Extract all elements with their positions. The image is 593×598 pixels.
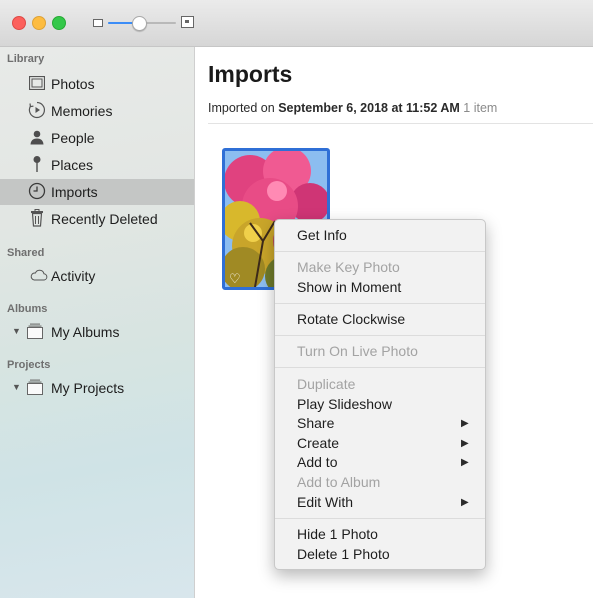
section-albums: Albums [7, 303, 48, 315]
menu-item-duplicate: Duplicate [297, 376, 356, 392]
menu-separator [275, 335, 485, 336]
small-thumbnail-icon[interactable] [93, 19, 103, 27]
zoom-slider-knob[interactable] [131, 16, 147, 31]
submenu-arrow-icon: ▶ [461, 497, 469, 508]
large-thumbnail-icon[interactable] [181, 16, 194, 28]
import-subtitle: Imported on September 6, 2018 at 11:52 A… [208, 101, 497, 115]
menu-item-make-key-photo: Make Key Photo [297, 259, 400, 275]
menu-item-get-info[interactable]: Get Info [297, 227, 347, 243]
sidebar-item-photos[interactable]: Photos [0, 71, 194, 97]
sidebar-item-places[interactable]: Places [0, 152, 194, 178]
menu-item-play-slideshow[interactable]: Play Slideshow [297, 396, 392, 412]
sidebar-item-label: Imports [51, 184, 98, 200]
sidebar-item-people[interactable]: People [0, 125, 194, 151]
sidebar-item-label: My Projects [51, 380, 125, 396]
clock-icon [28, 182, 46, 200]
close-button[interactable] [12, 16, 26, 30]
sidebar-item-memories[interactable]: Memories [0, 98, 194, 124]
sidebar-item-my-projects[interactable]: ▼ My Projects [0, 375, 194, 401]
submenu-arrow-icon: ▶ [461, 418, 469, 429]
page-title: Imports [208, 61, 293, 87]
zoom-button[interactable] [52, 16, 66, 30]
trash-icon [28, 209, 46, 227]
menu-item-add-to[interactable]: Add to [297, 454, 337, 470]
zoom-slider[interactable] [108, 16, 176, 31]
menu-separator [275, 303, 485, 304]
sidebar-item-label: Places [51, 157, 94, 173]
photos-window: Library Photos Memories People Places Im… [0, 0, 593, 598]
header-divider [208, 123, 593, 124]
cloud-icon [30, 266, 48, 284]
menu-separator [275, 251, 485, 252]
sidebar-item-label: Activity [51, 268, 96, 284]
menu-separator [275, 518, 485, 519]
menu-separator [275, 367, 485, 368]
menu-item-turn-on-live-photo: Turn On Live Photo [297, 343, 418, 359]
album-stack-icon [26, 378, 44, 396]
section-library: Library [7, 53, 45, 65]
photos-icon [28, 74, 46, 92]
submenu-arrow-icon: ▶ [461, 457, 469, 468]
menu-item-delete-photo[interactable]: Delete 1 Photo [297, 546, 390, 562]
pin-icon [28, 155, 46, 173]
menu-item-add-to-album: Add to Album [297, 474, 381, 490]
menu-item-rotate-clockwise[interactable]: Rotate Clockwise [297, 311, 405, 327]
sidebar-item-my-albums[interactable]: ▼ My Albums [0, 319, 194, 345]
sidebar-item-label: Recently Deleted [51, 211, 158, 227]
item-count: 1 item [463, 101, 498, 115]
import-date: September 6, 2018 at 11:52 AM [278, 101, 460, 115]
toolbar [0, 0, 593, 47]
menu-item-edit-with[interactable]: Edit With [297, 494, 353, 510]
sidebar: Library Photos Memories People Places Im… [0, 47, 195, 598]
sidebar-item-label: People [51, 130, 95, 146]
menu-item-create[interactable]: Create [297, 435, 339, 451]
menu-item-show-in-moment[interactable]: Show in Moment [297, 279, 401, 295]
disclosure-triangle-icon[interactable]: ▼ [12, 382, 21, 392]
import-prefix: Imported on [208, 101, 275, 115]
sidebar-item-activity[interactable]: Activity [0, 263, 194, 289]
menu-item-share[interactable]: Share [297, 415, 334, 431]
sidebar-item-recently-deleted[interactable]: Recently Deleted [0, 206, 194, 232]
sidebar-item-label: My Albums [51, 324, 120, 340]
person-icon [28, 128, 46, 146]
sidebar-item-label: Photos [51, 76, 95, 92]
disclosure-triangle-icon[interactable]: ▼ [12, 326, 21, 336]
favorite-heart-icon[interactable]: ♡ [229, 272, 241, 285]
memories-icon [28, 101, 46, 119]
sidebar-item-imports[interactable]: Imports [0, 179, 194, 205]
section-projects: Projects [7, 359, 51, 371]
menu-item-hide-photo[interactable]: Hide 1 Photo [297, 526, 378, 542]
submenu-arrow-icon: ▶ [461, 438, 469, 449]
context-menu: Get Info Make Key Photo Show in Moment R… [274, 219, 486, 570]
minimize-button[interactable] [32, 16, 46, 30]
sidebar-item-label: Memories [51, 103, 113, 119]
section-shared: Shared [7, 247, 45, 259]
album-stack-icon [26, 322, 44, 340]
